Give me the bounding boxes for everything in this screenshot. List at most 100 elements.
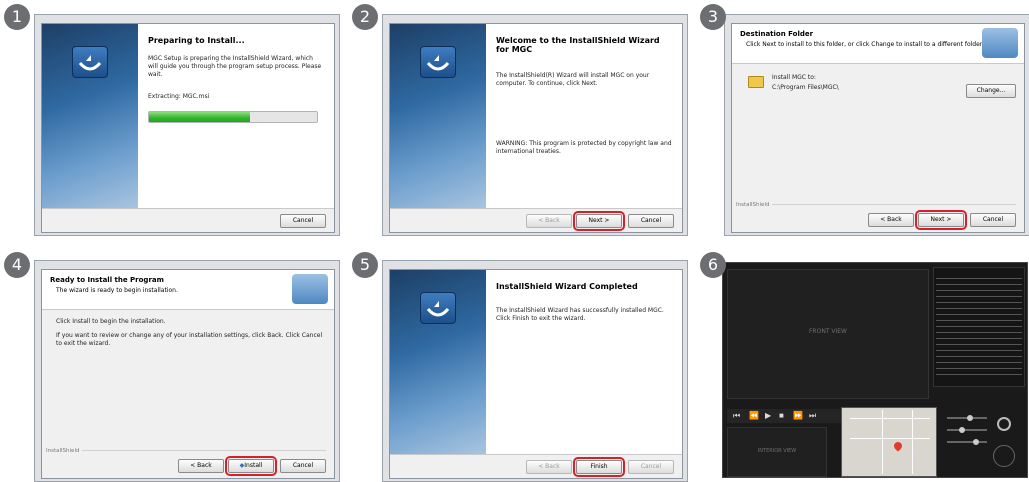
event-row[interactable]	[936, 332, 1022, 333]
cancel-button[interactable]: Cancel	[628, 460, 674, 474]
event-list	[933, 267, 1025, 387]
next-button[interactable]: Next >	[915, 210, 967, 230]
forward-icon[interactable]: ⏩	[793, 411, 803, 420]
wizard-window: InstallShield Wizard Completed The Insta…	[389, 269, 683, 479]
wizard-header: Destination Folder Click Next to install…	[732, 24, 1024, 64]
wizard-subtitle: The wizard is ready to begin installatio…	[56, 287, 178, 294]
play-icon[interactable]: ▶	[765, 411, 771, 420]
install-path: C:\Program Files\MGC\	[772, 84, 839, 91]
slider-knob[interactable]	[967, 415, 973, 421]
wizard-footer: < Back Next > Cancel	[732, 208, 1024, 232]
install-label: Install	[244, 462, 263, 469]
slider-knob[interactable]	[973, 439, 979, 445]
folder-icon	[748, 76, 764, 88]
event-row[interactable]	[936, 368, 1022, 369]
instruction-line-2: If you want to review or change any of y…	[56, 332, 323, 347]
back-button[interactable]: < Back	[526, 460, 572, 474]
gear-icon[interactable]	[997, 417, 1011, 431]
panel-ready: Ready to Install the Program The wizard …	[34, 260, 340, 482]
joystick-icon[interactable]	[993, 445, 1015, 467]
finish-button[interactable]: Finish	[573, 457, 625, 477]
event-row[interactable]	[936, 302, 1022, 303]
wizard-body: The InstallShield Wizard has successfull…	[496, 307, 664, 322]
next-icon[interactable]: ⏭	[809, 411, 816, 421]
back-button[interactable]: < Back	[868, 213, 914, 227]
installshield-logo-icon	[982, 28, 1018, 58]
stop-icon[interactable]: ■	[779, 411, 784, 420]
interior-view-pane: INTERIOR VIEW	[727, 427, 827, 477]
cancel-button[interactable]: Cancel	[628, 214, 674, 228]
wizard-body: The InstallShield(R) Wizard will install…	[496, 72, 650, 87]
event-row[interactable]	[936, 296, 1022, 297]
wizard-footer: < Back Next > Cancel	[390, 208, 682, 232]
wizard-title: Ready to Install the Program	[50, 276, 164, 284]
event-row[interactable]	[936, 362, 1022, 363]
wizard-header: Ready to Install the Program The wizard …	[42, 270, 334, 310]
wizard-window: Ready to Install the Program The wizard …	[41, 269, 335, 479]
step-badge-1: 1	[4, 4, 30, 30]
panel-preparing: Preparing to Install... MGC Setup is pre…	[34, 14, 340, 236]
instruction-line-1: Click Install to begin the installation.	[56, 318, 166, 325]
location-pin-icon	[892, 440, 904, 452]
wizard-window: Welcome to the InstallShield Wizard for …	[389, 23, 683, 233]
wizard-title: InstallShield Wizard Completed	[496, 282, 638, 291]
front-view-label: FRONT VIEW	[808, 328, 847, 335]
panel-welcome: Welcome to the InstallShield Wizard for …	[382, 14, 688, 236]
wizard-footer: Cancel	[42, 208, 334, 232]
adjust-sliders	[947, 413, 1017, 473]
installshield-logo-icon	[292, 274, 328, 304]
change-button[interactable]: Change...	[966, 84, 1016, 98]
event-row[interactable]	[936, 326, 1022, 327]
event-row[interactable]	[936, 350, 1022, 351]
wizard-side-banner	[390, 24, 486, 210]
slider-knob[interactable]	[959, 427, 965, 433]
front-view-pane: FRONT VIEW	[727, 269, 929, 399]
event-row[interactable]	[936, 308, 1022, 309]
wizard-title: Welcome to the InstallShield Wizard for …	[496, 36, 660, 54]
wizard-side-banner	[390, 270, 486, 456]
wizard-window: Preparing to Install... MGC Setup is pre…	[41, 23, 335, 233]
event-row[interactable]	[936, 338, 1022, 339]
back-button[interactable]: < Back	[526, 214, 572, 228]
wizard-footer: < Back Finish Cancel	[390, 454, 682, 478]
install-to-label: Install MGC to:	[772, 74, 816, 81]
wizard-title: Preparing to Install...	[148, 36, 245, 45]
progress-fill	[149, 112, 250, 122]
divider	[82, 450, 326, 451]
wizard-title: Destination Folder	[740, 30, 814, 38]
cancel-button[interactable]: Cancel	[280, 459, 326, 473]
cancel-button[interactable]: Cancel	[280, 214, 326, 228]
installshield-logo-icon	[420, 292, 456, 324]
wizard-footer: < Back ◆Install Cancel	[42, 454, 334, 478]
map-view[interactable]	[841, 407, 937, 477]
next-button[interactable]: Next >	[573, 211, 625, 231]
interior-view-label: INTERIOR VIEW	[757, 448, 797, 454]
extracting-label: Extracting: MGC.msi	[148, 93, 210, 100]
rewind-icon[interactable]: ⏪	[749, 411, 759, 420]
step-badge-5: 5	[352, 252, 378, 278]
event-row[interactable]	[936, 314, 1022, 315]
event-row[interactable]	[936, 374, 1022, 375]
event-row[interactable]	[936, 320, 1022, 321]
event-row[interactable]	[936, 284, 1022, 285]
event-row[interactable]	[936, 344, 1022, 345]
back-button[interactable]: < Back	[178, 459, 224, 473]
divider	[772, 204, 1016, 205]
step-badge-2: 2	[352, 4, 378, 30]
installshield-logo-icon	[420, 46, 456, 78]
wizard-subtitle: Click Next to install to this folder, or…	[746, 41, 984, 48]
event-row[interactable]	[936, 290, 1022, 291]
step-badge-3: 3	[700, 4, 726, 30]
wizard-side-banner	[42, 24, 138, 210]
step-badge-4: 4	[4, 252, 30, 278]
wizard-body: MGC Setup is preparing the InstallShield…	[148, 55, 322, 78]
prev-icon[interactable]: ⏮	[733, 411, 740, 421]
panel-application: FRONT VIEW ⏮ ⏪ ▶ ■ ⏩ ⏭ INTERIOR VIEW	[722, 262, 1028, 478]
event-row[interactable]	[936, 278, 1022, 279]
install-button[interactable]: ◆Install	[225, 456, 277, 476]
cancel-button[interactable]: Cancel	[970, 213, 1016, 227]
step-badge-6: 6	[700, 252, 726, 278]
event-row[interactable]	[936, 356, 1022, 357]
wizard-window: Destination Folder Click Next to install…	[731, 23, 1025, 233]
panel-completed: InstallShield Wizard Completed The Insta…	[382, 260, 688, 482]
